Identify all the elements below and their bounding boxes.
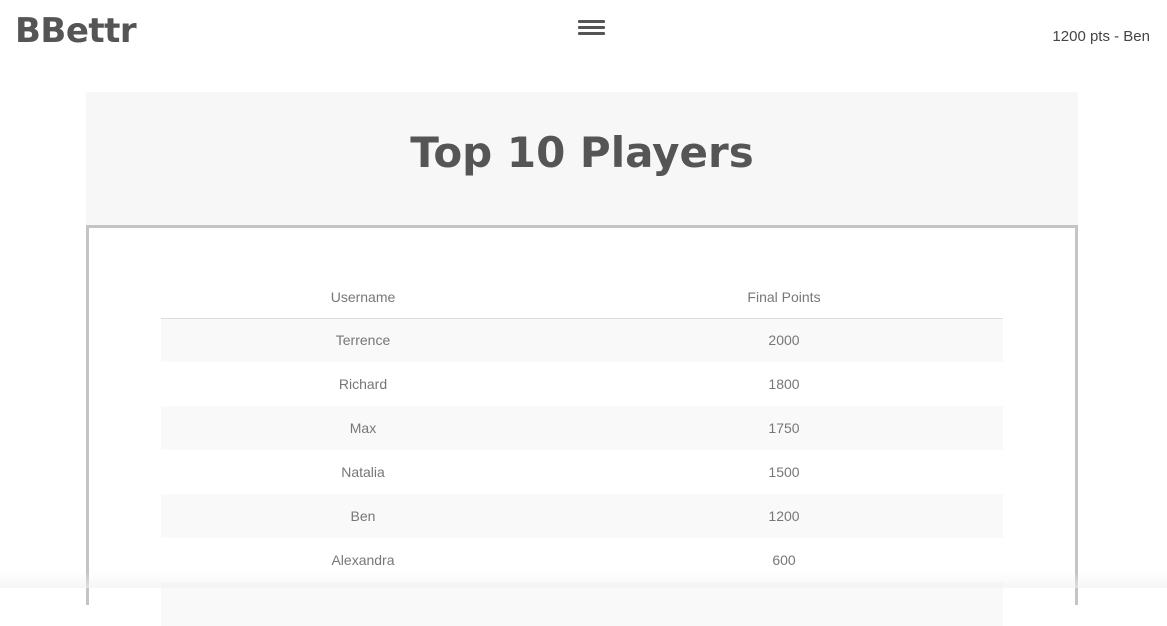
points-cell: 600 <box>772 552 796 568</box>
points-cell <box>565 582 1003 626</box>
column-header-username: Username <box>161 274 565 319</box>
username-cell: Ben <box>350 508 376 524</box>
user-points-status: 1200 pts - Ben <box>1052 28 1150 45</box>
leaderboard-table: Username Final Points Terrence 2000 Rich… <box>161 274 1003 626</box>
table-header-row: Username Final Points <box>161 274 1003 319</box>
points-cell: 2000 <box>768 332 800 349</box>
hamburger-menu-icon[interactable] <box>578 18 606 38</box>
table-row: Ben 1200 <box>161 494 1003 538</box>
username-cell: Max <box>349 420 377 436</box>
title-panel: Top 10 Players <box>86 92 1078 226</box>
username-cell: Terrence <box>335 332 391 349</box>
table-row: Alexandra 600 <box>161 538 1003 582</box>
brand-logo[interactable]: BBettr <box>15 10 137 52</box>
username-cell: Alexandra <box>331 552 395 568</box>
points-cell: 1750 <box>768 420 800 436</box>
top-navbar: BBettr 1200 pts - Ben <box>0 0 1167 70</box>
page-title: Top 10 Players <box>410 128 754 177</box>
username-cell: Richard <box>338 376 388 392</box>
table-row: Richard 1800 <box>161 362 1003 406</box>
points-cell: 1800 <box>768 376 800 392</box>
points-cell: 1200 <box>768 508 800 524</box>
table-row <box>161 582 1003 626</box>
username-cell: Natalia <box>341 464 385 480</box>
table-row: Terrence 2000 <box>161 318 1003 362</box>
table-row: Max 1750 <box>161 406 1003 450</box>
table-row: Natalia 1500 <box>161 450 1003 494</box>
leaderboard-panel: Username Final Points Terrence 2000 Rich… <box>86 225 1078 626</box>
column-header-final-points: Final Points <box>565 274 1003 319</box>
points-cell: 1500 <box>768 464 800 480</box>
username-cell <box>161 582 565 626</box>
